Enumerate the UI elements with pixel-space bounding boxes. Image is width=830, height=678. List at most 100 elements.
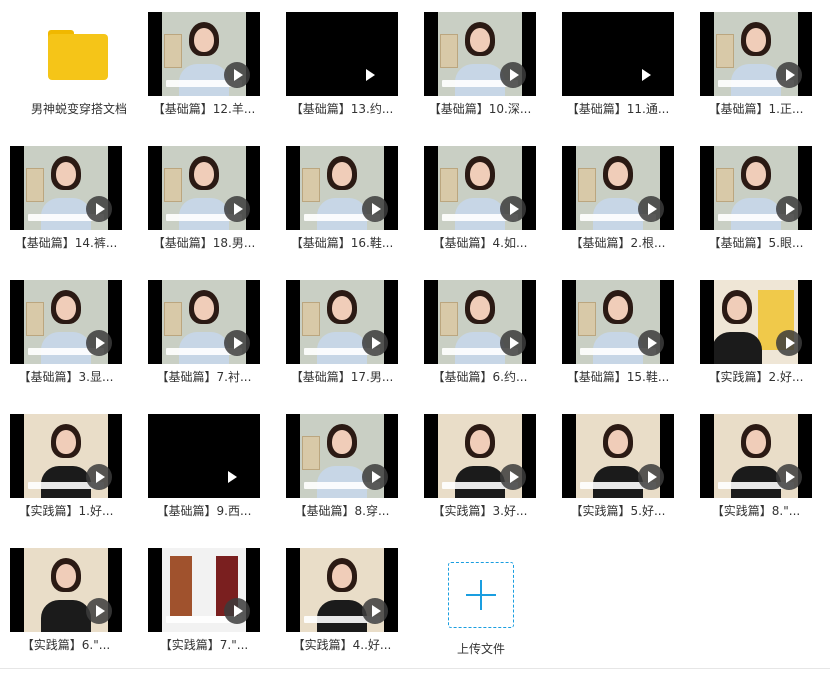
video-file-item[interactable]: 【基础篇】15.鞋...	[562, 268, 700, 398]
video-file-item[interactable]: 【实践篇】4..好...	[286, 536, 424, 666]
video-file-item[interactable]: 【基础篇】12.羊...	[148, 0, 286, 130]
video-file-item[interactable]: 【基础篇】5.眼...	[700, 134, 830, 264]
video-file-item[interactable]: 【实践篇】3.好...	[424, 402, 562, 532]
bookshelf	[164, 34, 182, 68]
video-thumbnail	[562, 12, 674, 96]
person-face	[470, 430, 490, 454]
file-name-label: 【基础篇】6.约...	[432, 370, 528, 384]
video-thumbnail	[424, 414, 536, 498]
video-thumbnail	[700, 146, 812, 230]
video-file-item[interactable]: 【基础篇】3.显...	[10, 268, 148, 398]
person-face	[56, 296, 76, 320]
video-thumbnail	[286, 12, 398, 96]
bookshelf	[440, 168, 458, 202]
file-name-label: 【实践篇】8."...	[711, 504, 801, 518]
video-file-item[interactable]: 【实践篇】2.好...	[700, 268, 830, 398]
file-name-label: 【基础篇】11.通...	[566, 102, 670, 116]
person-face	[727, 296, 747, 320]
play-icon[interactable]	[362, 330, 388, 356]
play-icon[interactable]	[776, 62, 802, 88]
folder-item[interactable]: 男神蜕变穿搭文档	[12, 0, 150, 130]
bookshelf	[578, 168, 596, 202]
play-icon[interactable]	[86, 330, 112, 356]
file-name-label: 【基础篇】10.深...	[428, 102, 532, 116]
play-icon[interactable]	[638, 196, 664, 222]
video-file-item[interactable]: 【基础篇】2.根...	[562, 134, 700, 264]
play-icon[interactable]	[224, 330, 250, 356]
play-icon[interactable]	[362, 464, 388, 490]
video-file-item[interactable]: 【实践篇】6."...	[10, 536, 148, 666]
file-name-label: 【实践篇】2.好...	[708, 370, 804, 384]
person-face	[470, 296, 490, 320]
video-file-item[interactable]: 【基础篇】17.男...	[286, 268, 424, 398]
play-icon[interactable]	[500, 62, 526, 88]
play-icon[interactable]	[356, 62, 382, 88]
file-name-label: 【基础篇】4.如...	[432, 236, 528, 250]
video-thumbnail	[562, 414, 674, 498]
video-file-item[interactable]: 【基础篇】14.裤...	[10, 134, 148, 264]
play-icon[interactable]	[224, 62, 250, 88]
video-file-item[interactable]: 【基础篇】9.西...	[148, 402, 286, 532]
person-face	[332, 564, 352, 588]
play-icon[interactable]	[86, 598, 112, 624]
bookshelf	[578, 302, 596, 336]
video-file-item[interactable]: 【基础篇】7.衬...	[148, 268, 286, 398]
play-icon[interactable]	[362, 598, 388, 624]
video-file-item[interactable]: 【基础篇】1.正...	[700, 0, 830, 130]
play-icon[interactable]	[638, 330, 664, 356]
plus-icon-vertical	[480, 580, 482, 610]
video-thumbnail	[148, 280, 260, 364]
bookshelf	[26, 168, 44, 202]
video-thumbnail	[10, 280, 122, 364]
folder-label: 男神蜕变穿搭文档	[30, 102, 127, 116]
play-icon[interactable]	[776, 464, 802, 490]
video-file-item[interactable]: 【基础篇】13.约...	[286, 0, 424, 130]
video-file-item[interactable]: 【实践篇】1.好...	[10, 402, 148, 532]
play-icon[interactable]	[362, 196, 388, 222]
file-name-label: 【基础篇】15.鞋...	[566, 370, 670, 384]
person-face	[608, 430, 628, 454]
video-file-item[interactable]: 【基础篇】18.男...	[148, 134, 286, 264]
person-face	[56, 430, 76, 454]
file-name-label: 【基础篇】5.眼...	[708, 236, 804, 250]
file-name-label: 【基础篇】8.穿...	[294, 504, 390, 518]
play-icon[interactable]	[224, 196, 250, 222]
play-icon[interactable]	[632, 62, 658, 88]
file-name-label: 【基础篇】7.衬...	[156, 370, 252, 384]
video-file-item[interactable]: 【基础篇】4.如...	[424, 134, 562, 264]
play-icon[interactable]	[500, 330, 526, 356]
play-icon[interactable]	[776, 196, 802, 222]
person-face	[608, 162, 628, 186]
upload-button[interactable]	[448, 562, 514, 628]
folder-icon-body	[48, 34, 108, 80]
play-icon[interactable]	[86, 464, 112, 490]
video-thumbnail	[700, 280, 812, 364]
video-file-item[interactable]: 【基础篇】11.通...	[562, 0, 700, 130]
video-thumbnail	[10, 414, 122, 498]
video-file-item[interactable]: 【实践篇】7."...	[148, 536, 286, 666]
bookshelf	[440, 34, 458, 68]
upload-file-item[interactable]: 上传文件	[426, 548, 564, 678]
video-thumbnail	[424, 280, 536, 364]
play-icon[interactable]	[776, 330, 802, 356]
file-name-label: 【实践篇】6."...	[21, 638, 111, 652]
play-icon[interactable]	[638, 464, 664, 490]
play-icon[interactable]	[500, 464, 526, 490]
person-face	[56, 162, 76, 186]
person-face	[332, 296, 352, 320]
video-file-item[interactable]: 【基础篇】16.鞋...	[286, 134, 424, 264]
video-thumbnail	[700, 12, 812, 96]
file-name-label: 【基础篇】16.鞋...	[290, 236, 394, 250]
video-file-item[interactable]: 【基础篇】6.约...	[424, 268, 562, 398]
play-icon[interactable]	[86, 196, 112, 222]
video-file-item[interactable]: 【基础篇】8.穿...	[286, 402, 424, 532]
video-thumbnail	[148, 12, 260, 96]
video-file-item[interactable]: 【实践篇】5.好...	[562, 402, 700, 532]
play-icon[interactable]	[218, 464, 244, 490]
file-name-label: 【基础篇】14.裤...	[14, 236, 118, 250]
video-file-item[interactable]: 【基础篇】10.深...	[424, 0, 562, 130]
play-icon[interactable]	[224, 598, 250, 624]
person-face	[470, 28, 490, 52]
play-icon[interactable]	[500, 196, 526, 222]
video-file-item[interactable]: 【实践篇】8."...	[700, 402, 830, 532]
